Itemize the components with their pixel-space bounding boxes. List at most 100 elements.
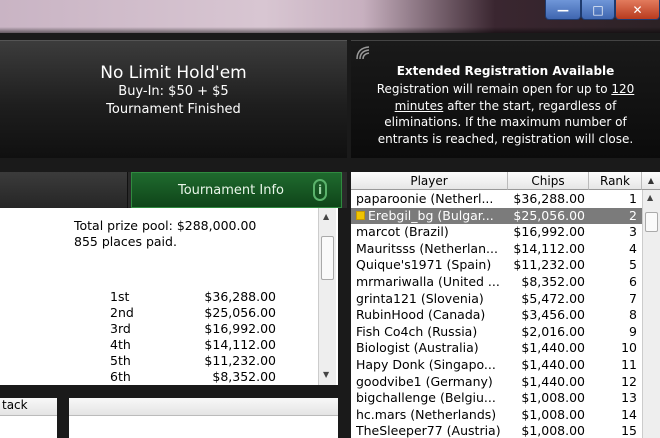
player-name: grinta121 (Slovenia) [356,291,506,306]
prize-scrollbar[interactable]: ▲ ▼ [318,208,336,385]
player-row[interactable]: TheSleeper77 (Austria) $1,008.00 15 [351,423,642,438]
player-row[interactable]: Erebgil_bg (Bulgar... $25,056.00 2 [351,207,642,225]
player-chips: $1,440.00 [521,357,585,372]
prize-amount: $36,288.00 [204,289,276,304]
scroll-up-icon[interactable]: ▲ [323,212,329,221]
scroll-thumb[interactable] [645,212,658,232]
prize-amount: $25,056.00 [204,305,276,320]
player-name-text: paparoonie (Netherl... [356,191,494,206]
scroll-thumb[interactable] [321,236,334,280]
player-rank: 14 [621,406,637,422]
player-rank: 6 [629,274,637,289]
marker-flag-icon [356,210,365,220]
player-rank: 11 [621,357,637,372]
player-rank: 3 [629,224,637,240]
player-row[interactable]: RubinHood (Canada) $3,456.00 8 [351,307,642,324]
player-chips: $3,456.00 [521,307,585,323]
player-name: Biologist (Australia) [356,340,506,355]
player-chips: $16,992.00 [513,224,585,240]
players-scrollbar[interactable]: ▲ [642,190,660,438]
prize-place: 3rd [110,321,131,336]
tournament-header: No Limit Hold'em Buy-In: $50 + $5 Tourna… [0,40,347,158]
pokerstars-logo-icon [356,46,370,60]
prize-row: 4th $14,112.00 [0,337,320,354]
player-name: hc.mars (Netherlands) [356,407,506,422]
player-row[interactable]: Biologist (Australia) $1,440.00 10 [351,340,642,357]
notice-text: after the start, regardless of [443,98,617,113]
player-rank: 1 [629,191,637,206]
notice-text: eliminations. If the maximum number of [384,115,627,129]
stack-column-header[interactable]: tack [0,398,57,416]
player-chips: $1,008.00 [521,390,585,406]
player-chips: $1,008.00 [521,406,585,422]
maximize-button[interactable]: □ [581,0,615,20]
player-row[interactable]: paparoonie (Netherl... $36,288.00 1 [351,191,642,208]
player-chips: $1,440.00 [521,340,585,356]
prize-place: 2nd [110,305,134,320]
notice-body: Registration will remain open for up to … [361,81,650,147]
sort-arrow-icon[interactable]: ▲ [642,172,660,190]
column-header-player[interactable]: Player [351,172,508,190]
player-row[interactable]: grinta121 (Slovenia) $5,472.00 7 [351,291,642,308]
player-chips: $14,112.00 [513,240,585,256]
tab-lobby[interactable] [0,172,128,208]
player-name: Quique's1971 (Spain) [356,257,506,272]
player-row[interactable]: Mauritsss (Netherlan... $14,112.00 4 [351,241,642,258]
tab-tournament-info-label: Tournament Info [178,182,284,198]
player-rank: 2 [629,207,637,223]
player-name-text: mrmariwalla (United ... [356,274,500,289]
player-chips: $36,288.00 [513,191,585,206]
player-name-text: Erebgil_bg (Bulgar... [368,207,494,223]
player-row[interactable]: bigchallenge (Belgiu... $1,008.00 13 [351,390,642,407]
player-name-text: marcot (Brazil) [356,224,449,240]
prize-amount: $8,352.00 [212,369,276,384]
buyin-text: Buy-In: $50 + $5 [118,84,229,99]
player-name: RubinHood (Canada) [356,307,506,322]
player-row[interactable]: Fish Co4ch (Russia) $2,016.00 9 [351,324,642,341]
player-name: mrmariwalla (United ... [356,274,506,289]
player-rank: 12 [621,373,637,389]
prize-amount: $11,232.00 [204,353,276,368]
player-chips: $2,016.00 [521,323,585,339]
places-paid: 855 places paid. [74,234,177,249]
player-name-text: Fish Co4ch (Russia) [356,323,478,339]
tab-tournament-info[interactable]: Tournament Info i [131,172,342,208]
player-name-text: hc.mars (Netherlands) [356,406,497,422]
minimize-button[interactable]: — [545,0,581,20]
player-row[interactable]: goodvibe1 (Germany) $1,440.00 12 [351,374,642,391]
player-name-text: TheSleeper77 (Austria) [356,423,501,438]
prize-structure-panel: Total prize pool: $288,000.00 855 places… [0,208,338,385]
player-name-text: Hapy Donk (Singapo... [356,357,496,372]
game-title: No Limit Hold'em [100,63,247,83]
player-name: paparoonie (Netherl... [356,191,506,206]
player-rank: 7 [629,290,637,306]
scroll-up-icon[interactable]: ▲ [647,193,653,202]
player-name-text: bigchallenge (Belgiu... [356,390,496,406]
player-row[interactable]: Hapy Donk (Singapo... $1,440.00 11 [351,357,642,374]
player-rank: 8 [629,307,637,323]
player-name: TheSleeper77 (Austria) [356,423,506,438]
player-name: Hapy Donk (Singapo... [356,357,506,372]
player-row[interactable]: mrmariwalla (United ... $8,352.00 6 [351,274,642,291]
tabs-bar: Tournament Info i [0,172,347,208]
player-rank: 5 [629,257,637,273]
column-header-chips[interactable]: Chips [508,172,589,190]
tournament-status: Tournament Finished [106,102,241,117]
player-name-text: Biologist (Australia) [356,340,479,356]
notice-link-120[interactable]: 120 [611,82,634,96]
column-header-rank[interactable]: Rank [589,172,642,190]
player-row[interactable]: hc.mars (Netherlands) $1,008.00 14 [351,407,642,424]
prize-row: 2nd $25,056.00 [0,305,320,322]
player-name-text: goodvibe1 (Germany) [356,373,493,389]
player-chips: $25,056.00 [513,207,585,223]
notice-text: entrants is reached, registration will c… [377,131,634,146]
prize-row: 3rd $16,992.00 [0,321,320,338]
extended-registration-notice: Extended Registration Available Registra… [351,40,660,158]
notice-link-minutes[interactable]: minutes [395,99,444,113]
prize-place: 5th [110,353,131,368]
player-row[interactable]: Quique's1971 (Spain) $11,232.00 5 [351,257,642,274]
player-name-text: RubinHood (Canada) [356,307,486,323]
scroll-down-icon[interactable]: ▼ [323,370,329,379]
player-row[interactable]: marcot (Brazil) $16,992.00 3 [351,224,642,241]
close-button[interactable]: ✕ [615,0,660,20]
